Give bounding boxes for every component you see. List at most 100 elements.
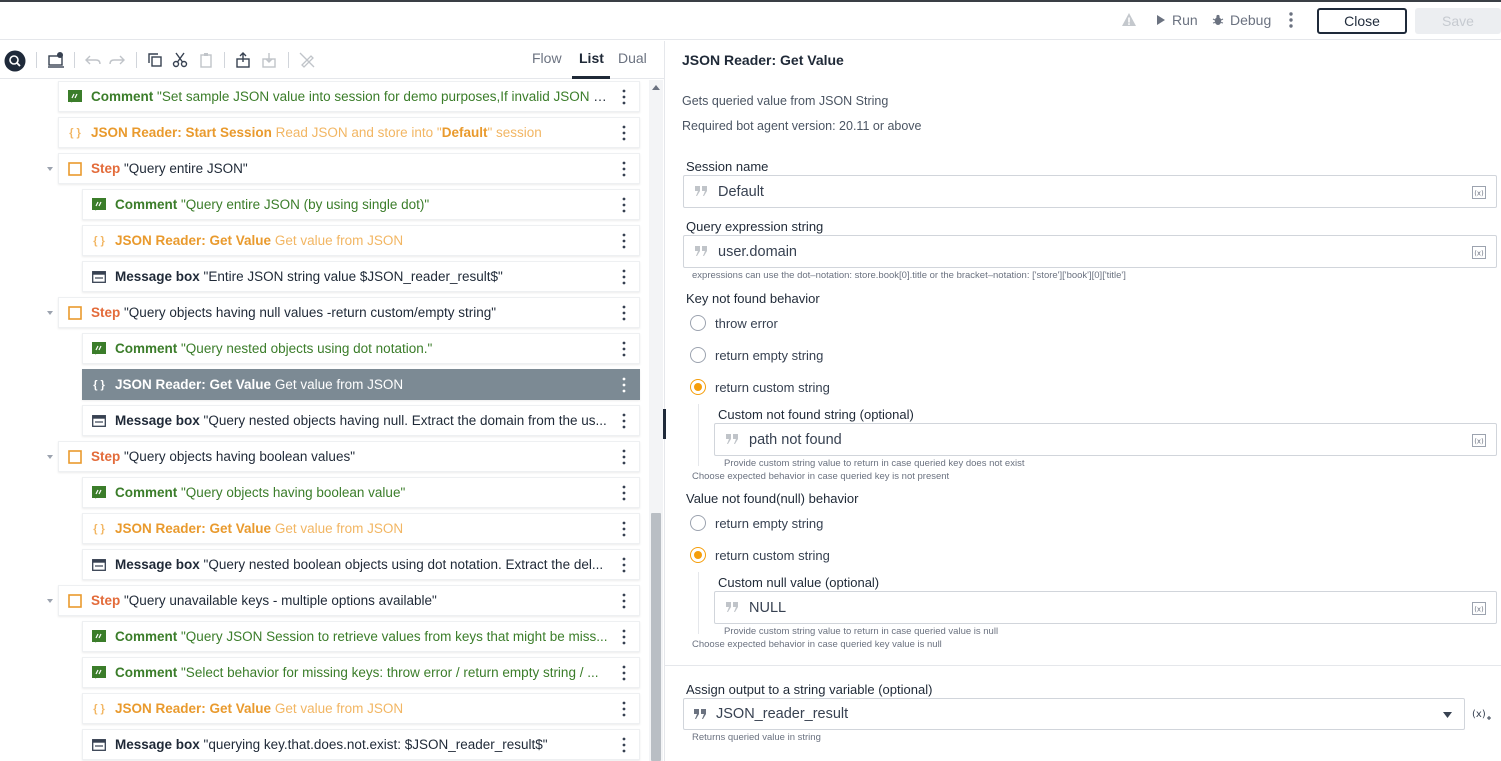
panel-resize-handle[interactable]	[663, 409, 666, 439]
output-variable-select[interactable]: JSON_reader_result	[683, 698, 1465, 730]
list-item[interactable]: { } JSON Reader: Get Value Get value fro…	[82, 513, 640, 544]
radio-dot[interactable]	[690, 515, 706, 531]
search-actions-icon[interactable]	[4, 50, 26, 72]
list-item[interactable]: { } JSON Reader: Get Value Get value fro…	[82, 225, 640, 256]
chevron-down-icon[interactable]	[45, 596, 55, 606]
add-variable-icon[interactable]: (x)	[1472, 706, 1492, 722]
action-detail: Read JSON and store into "	[271, 125, 442, 140]
list-item[interactable]: Message box "querying key.that.does.not.…	[82, 729, 640, 760]
list-item-selected[interactable]: { } JSON Reader: Get Value Get value fro…	[82, 369, 640, 400]
action-detail: Get value from JSON	[271, 701, 404, 716]
list-item[interactable]: Message box "Query nested objects having…	[82, 405, 640, 436]
radio-null-return-empty[interactable]: return empty string	[690, 515, 823, 531]
more-vertical-icon[interactable]	[621, 305, 627, 321]
action-detail: "Select behavior for missing keys: throw…	[177, 665, 599, 680]
list-item[interactable]: Comment "Query JSON Session to retrieve …	[82, 621, 640, 652]
variable-icon[interactable]: (x)	[1472, 434, 1486, 447]
tab-flow[interactable]: Flow	[532, 50, 562, 66]
more-vertical-icon[interactable]	[621, 557, 627, 573]
radio-dot[interactable]	[690, 379, 706, 395]
debug-button[interactable]: Debug	[1212, 12, 1271, 28]
more-vertical-icon[interactable]	[621, 413, 627, 429]
more-vertical-icon[interactable]	[621, 593, 627, 609]
radio-return-custom[interactable]: return custom string	[690, 379, 830, 395]
debug-label: Debug	[1230, 12, 1272, 28]
scrollbar-thumb[interactable]	[651, 513, 661, 761]
more-vertical-icon[interactable]	[621, 629, 627, 645]
list-item[interactable]: Comment "Select behavior for missing key…	[82, 657, 640, 688]
custom-null-field[interactable]: NULL (x)	[714, 591, 1497, 624]
list-item[interactable]: { } JSON Reader: Get Value Get value fro…	[82, 693, 640, 724]
session-name-field[interactable]: Default (x)	[683, 175, 1497, 208]
more-vertical-icon[interactable]	[621, 701, 627, 717]
panel-description: Gets queried value from JSON String	[682, 94, 889, 108]
tab-dual[interactable]: Dual	[618, 50, 647, 66]
chevron-down-icon[interactable]	[45, 308, 55, 318]
chevron-down-icon[interactable]	[45, 164, 55, 174]
close-button[interactable]: Close	[1317, 8, 1407, 34]
chevron-down-icon[interactable]	[1443, 712, 1452, 718]
list-item[interactable]: Comment "Set sample JSON value into sess…	[58, 81, 640, 112]
quote-icon	[694, 709, 706, 719]
list-item[interactable]: Step "Query objects having null values -…	[58, 297, 640, 328]
list-item[interactable]: Comment "Query objects having boolean va…	[82, 477, 640, 508]
radio-throw-error[interactable]: throw error	[690, 315, 778, 331]
radio-dot[interactable]	[690, 547, 706, 563]
more-vertical-icon[interactable]	[621, 197, 627, 213]
cut-icon[interactable]	[171, 51, 189, 69]
null-behavior-hint: Choose expected behavior in case queried…	[692, 639, 942, 650]
list-item[interactable]: { } JSON Reader: Start Session Read JSON…	[58, 117, 640, 148]
run-button[interactable]: Run	[1156, 12, 1198, 28]
more-vertical-icon[interactable]	[1284, 10, 1298, 30]
action-label: JSON Reader: Start Session	[91, 125, 272, 140]
radio-null-return-custom[interactable]: return custom string	[690, 547, 830, 563]
message-box-icon	[91, 413, 107, 429]
custom-not-found-field[interactable]: path not found (x)	[714, 423, 1497, 456]
list-item[interactable]: Message box "Entire JSON string value $J…	[82, 261, 640, 292]
copy-icon[interactable]	[146, 51, 164, 69]
more-vertical-icon[interactable]	[621, 449, 627, 465]
radio-return-empty[interactable]: return empty string	[690, 347, 823, 363]
enable-disable-icon[interactable]	[47, 51, 65, 69]
query-field[interactable]: user.domain (x)	[683, 235, 1497, 268]
list-item[interactable]: Comment "Query nested objects using dot …	[82, 333, 640, 364]
chevron-down-icon[interactable]	[45, 452, 55, 462]
action-list-toolbar: Flow List Dual	[0, 41, 664, 79]
radio-dot[interactable]	[690, 315, 706, 331]
radio-dot[interactable]	[690, 347, 706, 363]
warning-icon[interactable]	[1121, 12, 1137, 28]
more-vertical-icon[interactable]	[621, 737, 627, 753]
action-label: Message box	[115, 557, 200, 572]
save-button[interactable]: Save	[1415, 8, 1501, 34]
import-icon[interactable]	[260, 51, 278, 69]
scroll-up-icon[interactable]	[652, 84, 660, 90]
more-vertical-icon[interactable]	[621, 161, 627, 177]
paste-icon[interactable]	[197, 51, 215, 69]
more-vertical-icon[interactable]	[621, 377, 627, 393]
more-vertical-icon[interactable]	[621, 521, 627, 537]
list-item[interactable]: Step "Query entire JSON"	[58, 153, 640, 184]
run-label: Run	[1172, 12, 1198, 28]
more-vertical-icon[interactable]	[621, 485, 627, 501]
list-item[interactable]: Message box "Query nested boolean object…	[82, 549, 640, 580]
list-item[interactable]: Step "Query unavailable keys - multiple …	[58, 585, 640, 616]
export-icon[interactable]	[234, 51, 252, 69]
variable-icon[interactable]: (x)	[1472, 186, 1486, 199]
list-scrollbar[interactable]	[649, 80, 663, 761]
more-vertical-icon[interactable]	[621, 233, 627, 249]
list-item[interactable]: Comment "Query entire JSON (by using sin…	[82, 189, 640, 220]
more-vertical-icon[interactable]	[621, 125, 627, 141]
disable-action-icon[interactable]	[298, 51, 316, 69]
more-vertical-icon[interactable]	[621, 341, 627, 357]
list-item[interactable]: Step "Query objects having boolean value…	[58, 441, 640, 472]
more-vertical-icon[interactable]	[621, 269, 627, 285]
more-vertical-icon[interactable]	[621, 89, 627, 105]
action-detail: "Query nested boolean objects using dot …	[199, 557, 604, 572]
tab-list[interactable]: List	[579, 50, 604, 66]
undo-icon[interactable]	[84, 51, 102, 69]
variable-icon[interactable]: (x)	[1472, 602, 1486, 615]
redo-icon[interactable]	[108, 51, 126, 69]
more-vertical-icon[interactable]	[621, 665, 627, 681]
variable-icon[interactable]: (x)	[1472, 246, 1486, 259]
comment-icon	[67, 89, 83, 105]
